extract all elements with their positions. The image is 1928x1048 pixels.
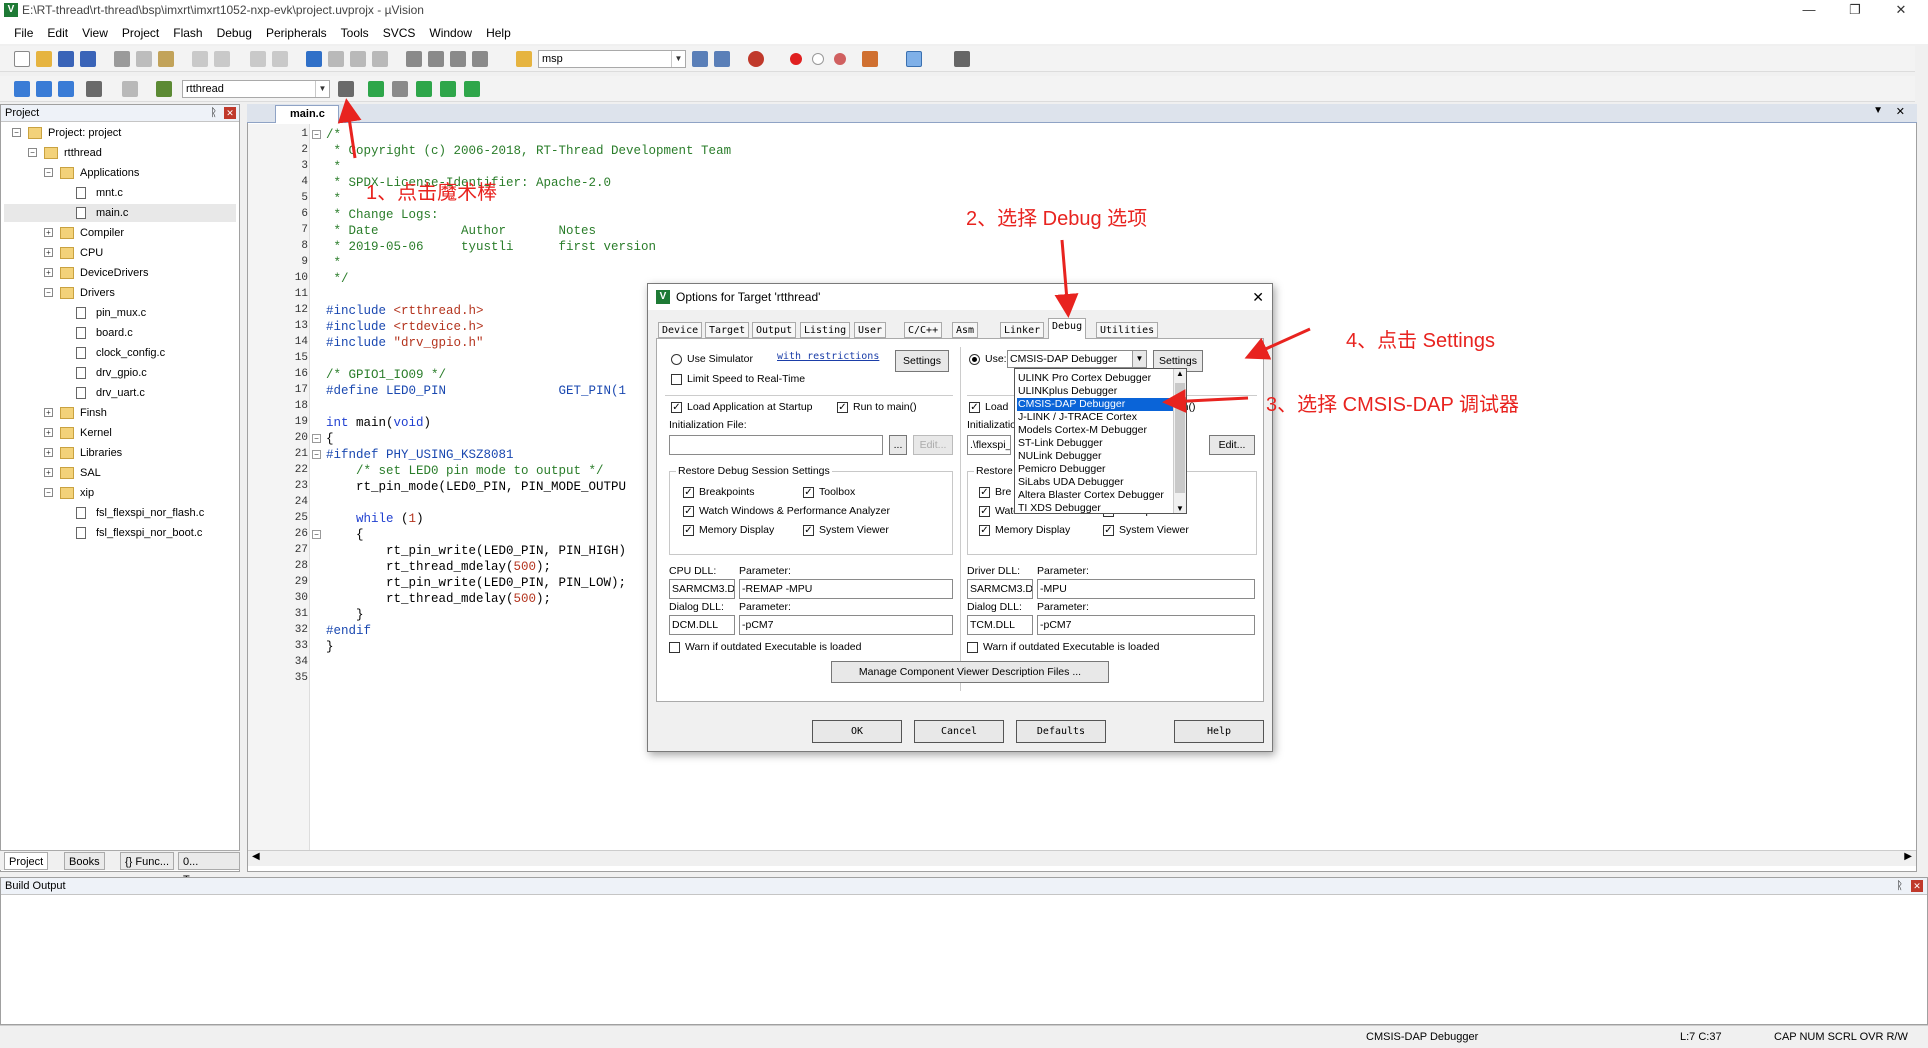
annotation-step2: 2、选择 Debug 选项: [966, 208, 1148, 230]
arrow-to-cmsis-dap: [1162, 389, 1249, 414]
annotation-arrows: [337, 98, 1311, 414]
arrow-to-debug-tab: [1054, 239, 1079, 318]
annotation-step3: 3、选择 CMSIS-DAP 调试器: [1266, 394, 1519, 416]
annotation-step1: 1、点击魔术棒: [366, 182, 498, 204]
arrow-to-settings: [1244, 327, 1311, 360]
annotation-step4: 4、点击 Settings: [1346, 330, 1495, 352]
arrow-to-magic-wand: [337, 98, 362, 159]
